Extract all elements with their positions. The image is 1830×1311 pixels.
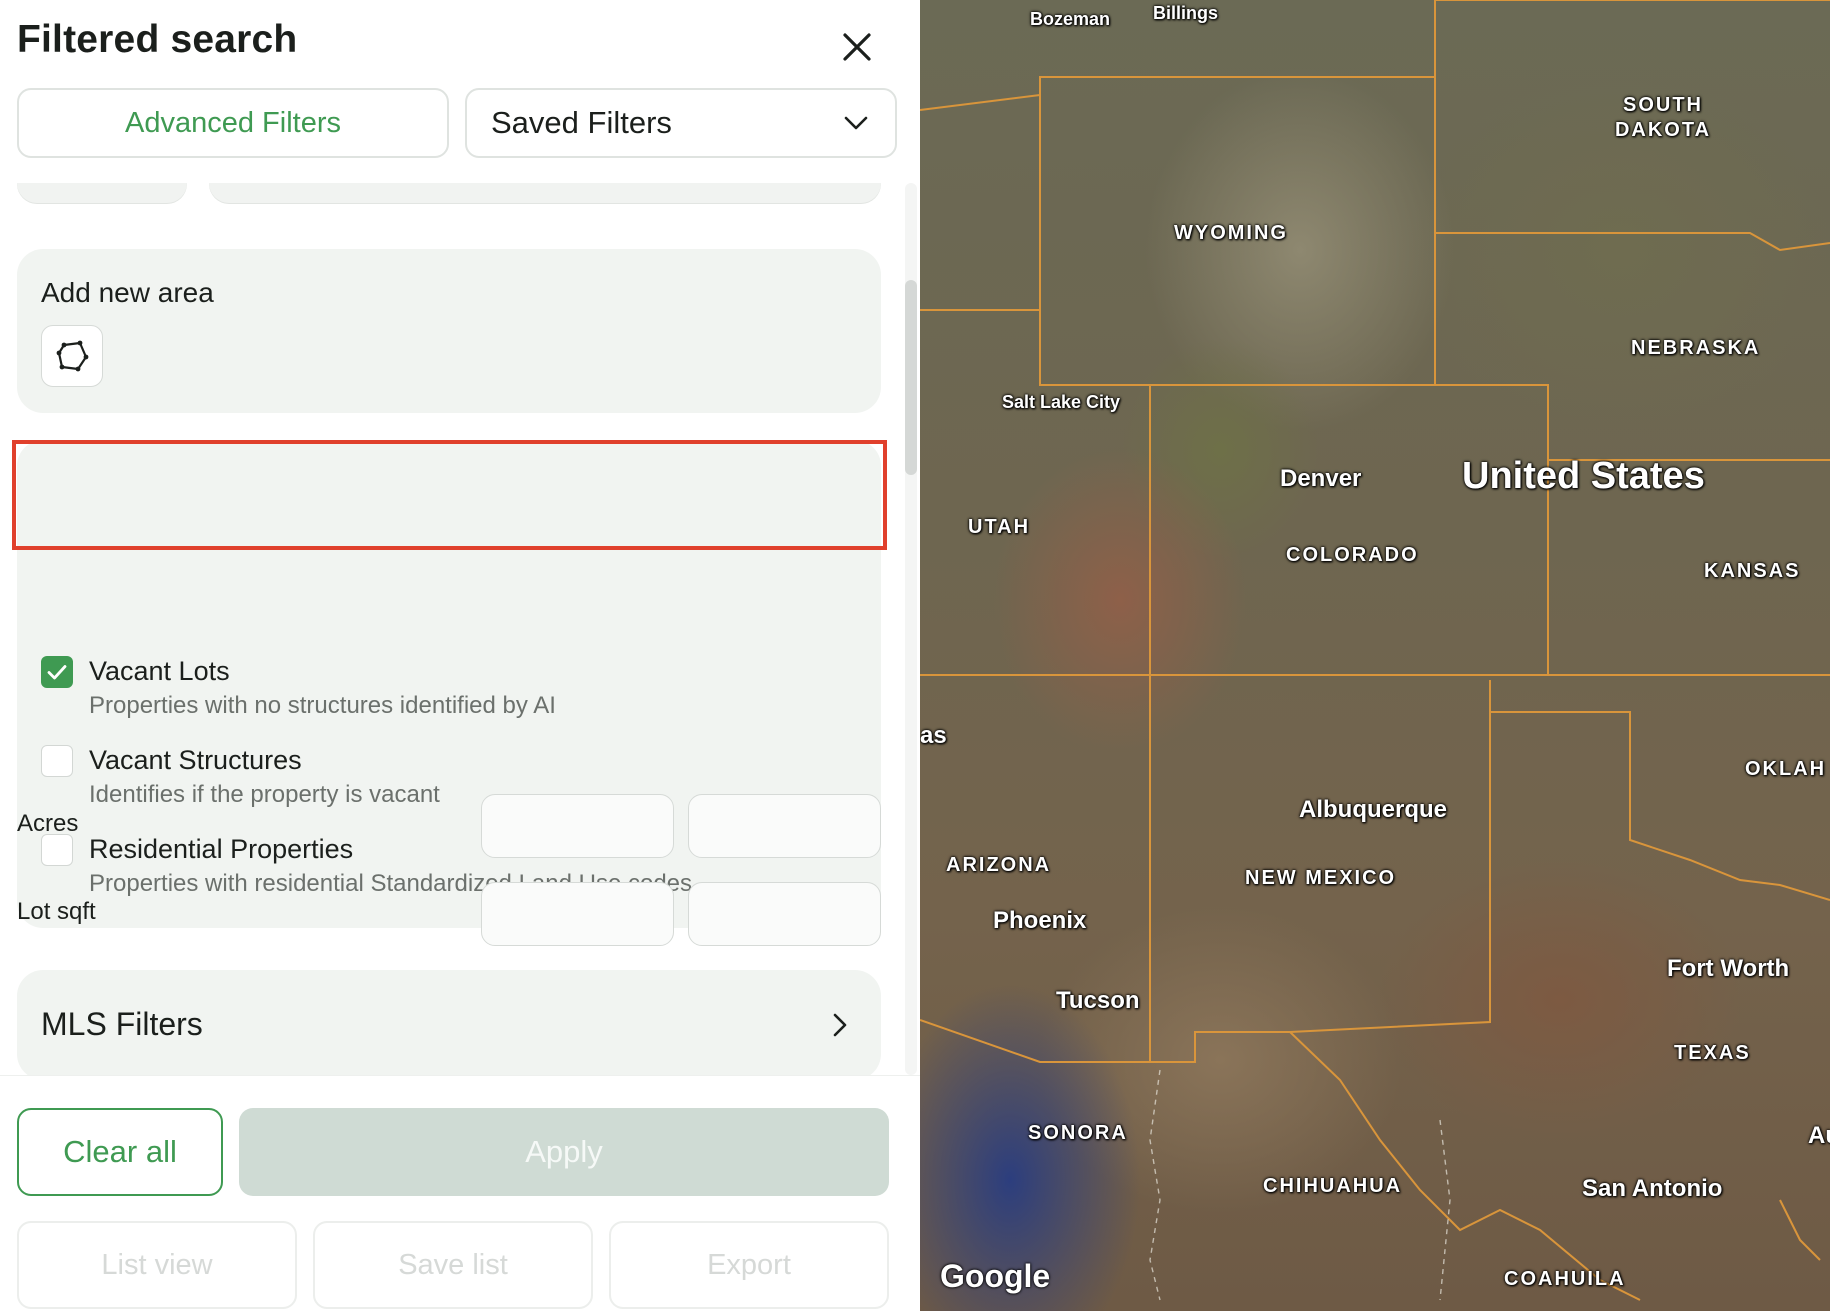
- saved-filters-label: Saved Filters: [491, 105, 672, 140]
- map-city-label: Salt Lake City: [1002, 392, 1121, 412]
- draw-polygon-button[interactable]: [41, 325, 103, 387]
- previous-field-remnant: [209, 183, 881, 203]
- chevron-down-icon: [844, 116, 868, 130]
- acres-min-input[interactable]: [481, 794, 674, 858]
- map-city-label: Albuquerque: [1299, 796, 1447, 823]
- map-state-label: WYOMING: [1174, 222, 1288, 244]
- footer-divider: [0, 1075, 920, 1076]
- map-city-label: Tucson: [1056, 987, 1140, 1014]
- apply-button[interactable]: Apply: [239, 1108, 889, 1196]
- chevron-right-icon: [833, 1013, 847, 1037]
- map-city-label: Phoenix: [993, 907, 1087, 934]
- state-borders: [920, 0, 1830, 1301]
- map-state-label: UTAH: [968, 516, 1031, 538]
- filter-scroll-area[interactable]: Add new area Vacant Lots Properties with…: [0, 183, 905, 1075]
- lot-sqft-min-input[interactable]: [481, 882, 674, 946]
- lot-sqft-max-input[interactable]: [688, 882, 881, 946]
- map-city-label: as: [920, 722, 947, 749]
- vacant-structures-checkbox[interactable]: [41, 745, 73, 777]
- advanced-filters-tab[interactable]: Advanced Filters: [17, 88, 449, 158]
- save-list-button[interactable]: Save list: [313, 1221, 593, 1309]
- lot-sqft-range-row: Lot sqft: [0, 882, 905, 946]
- map-state-label: ARIZONA: [946, 854, 1052, 876]
- map-city-label: Billings: [1153, 3, 1219, 23]
- map-state-label: COAHUILA: [1504, 1268, 1626, 1290]
- satellite-map[interactable]: Bozeman Billings SOUTH DAKOTA WYOMING NE…: [920, 0, 1830, 1311]
- map-state-label: KANSAS: [1704, 560, 1801, 582]
- vacant-lots-option[interactable]: Vacant Lots Properties with no structure…: [17, 646, 881, 734]
- map-state-label: SONORA: [1028, 1122, 1128, 1144]
- option-description: Properties with no structures identified…: [89, 692, 556, 719]
- map-state-label: NEBRASKA: [1631, 337, 1761, 359]
- checkmark-icon: [47, 665, 67, 680]
- saved-filters-dropdown[interactable]: Saved Filters: [465, 88, 897, 158]
- acres-max-input[interactable]: [688, 794, 881, 858]
- map-state-label: NEW MEXICO: [1245, 867, 1397, 889]
- map-state-label: TEXAS: [1674, 1042, 1751, 1064]
- map-city-label: Au: [1808, 1122, 1830, 1149]
- acres-range-row: Acres: [0, 794, 905, 858]
- filter-panel: Filtered search Advanced Filters Saved F…: [0, 0, 920, 1311]
- map-country-label: United States: [1462, 455, 1705, 497]
- map-state-label: CHIHUAHUA: [1263, 1175, 1403, 1197]
- polygon-draw-icon: [56, 340, 89, 372]
- page-title: Filtered search: [17, 18, 298, 61]
- option-title: Vacant Lots: [89, 656, 230, 686]
- google-logo: Google: [940, 1258, 1051, 1294]
- list-view-button[interactable]: List view: [17, 1221, 297, 1309]
- map-city-label: Bozeman: [1030, 9, 1111, 29]
- close-icon: [843, 33, 871, 61]
- map-state-label: SOUTH DAKOTA: [1614, 94, 1712, 141]
- scrollbar-thumb[interactable]: [905, 280, 917, 475]
- lot-sqft-label: Lot sqft: [17, 898, 96, 925]
- mls-filters-label: MLS Filters: [41, 1006, 203, 1042]
- add-area-card: Add new area: [17, 249, 881, 413]
- map-city-label: Denver: [1280, 465, 1362, 492]
- acres-label: Acres: [17, 810, 79, 837]
- add-area-label: Add new area: [41, 277, 214, 308]
- map-city-label: Fort Worth: [1667, 955, 1790, 982]
- export-button[interactable]: Export: [609, 1221, 889, 1309]
- option-title: Vacant Structures: [89, 745, 302, 775]
- clear-all-button[interactable]: Clear all: [17, 1108, 223, 1196]
- mls-filters-row[interactable]: MLS Filters: [17, 970, 881, 1075]
- map-city-label: San Antonio: [1582, 1175, 1723, 1202]
- close-button[interactable]: [832, 22, 882, 72]
- map-state-label: OKLAH: [1745, 758, 1827, 780]
- advanced-filters-label: Advanced Filters: [125, 106, 341, 139]
- previous-field-remnant: [17, 183, 187, 203]
- vacant-lots-checkbox[interactable]: [41, 656, 73, 688]
- map-state-label: COLORADO: [1286, 544, 1419, 566]
